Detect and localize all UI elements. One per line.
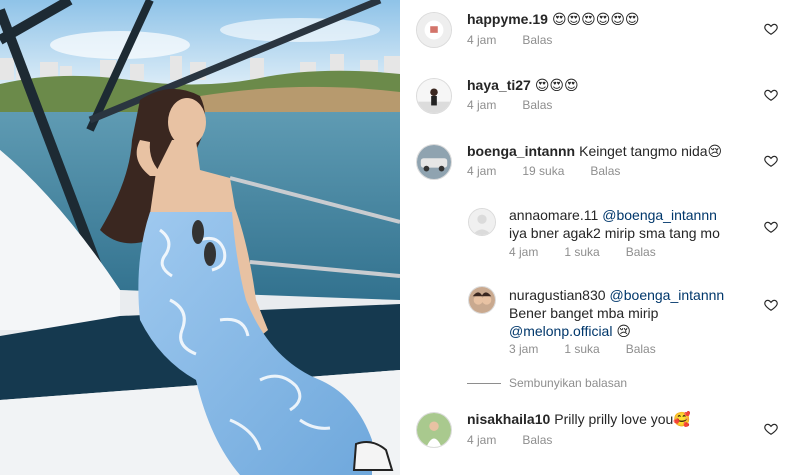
mention-link[interactable]: @boenga_intannn [610, 287, 725, 303]
like-count[interactable]: 19 suka [522, 164, 564, 178]
comment-meta: 4 jam Balas [467, 433, 578, 447]
reply-button[interactable]: Balas [626, 342, 656, 356]
reply-button[interactable]: Balas [590, 164, 620, 178]
heart-icon[interactable] [764, 88, 778, 102]
comment-text: nuragustian830 @boenga_intannn Bener bang… [509, 287, 725, 339]
comment-time[interactable]: 3 jam [509, 342, 538, 356]
comment-text: annaomare.11 @boenga_intannn iya bner aga… [509, 207, 720, 241]
comment-username[interactable]: happyme.19 [467, 11, 548, 27]
comments-panel: happyme.19 😍😍😍😍😍😍 4 jam Balas haya_ti27 😍😍😍… [400, 0, 800, 475]
heart-icon[interactable] [764, 22, 778, 36]
hide-replies-button[interactable]: Sembunyikan balasan [467, 375, 627, 391]
comment-meta: 4 jam 1 suka Balas [509, 245, 682, 259]
comment-username[interactable]: nisakhaila10 [467, 411, 550, 427]
comment-time[interactable]: 4 jam [509, 245, 538, 259]
avatar[interactable] [416, 412, 452, 448]
comment-time[interactable]: 4 jam [467, 98, 496, 112]
comment-username[interactable]: boenga_intannn [467, 143, 575, 159]
avatar[interactable] [416, 12, 452, 48]
comment-username[interactable]: annaomare.11 [509, 207, 598, 223]
reply-button[interactable]: Balas [522, 98, 552, 112]
comment-meta: 4 jam 19 suka Balas [467, 164, 646, 178]
avatar[interactable] [468, 208, 496, 236]
heart-icon[interactable] [764, 154, 778, 168]
comment-meta: 3 jam 1 suka Balas [509, 342, 682, 356]
comment-username[interactable]: nuragustian830 [509, 287, 606, 303]
avatar[interactable] [468, 286, 496, 314]
reply-button[interactable]: Balas [522, 433, 552, 447]
heart-icon[interactable] [764, 422, 778, 436]
comment-text: haya_ti27 😍😍😍 [467, 77, 579, 94]
avatar[interactable] [416, 144, 452, 180]
like-count[interactable]: 1 suka [564, 342, 599, 356]
reply-button[interactable]: Balas [522, 33, 552, 47]
comment-meta: 4 jam Balas [467, 98, 578, 112]
avatar[interactable] [416, 78, 452, 114]
heart-icon[interactable] [764, 298, 778, 312]
comment-time[interactable]: 4 jam [467, 164, 496, 178]
like-count[interactable]: 1 suka [564, 245, 599, 259]
mention-link[interactable]: @melonp.official [509, 323, 612, 339]
comment-text: nisakhaila10 Prilly prilly love you🥰 [467, 411, 691, 427]
comment-text: boenga_intannn Keinget tangmo nida😢 [467, 143, 723, 159]
comment-time[interactable]: 4 jam [467, 433, 496, 447]
comment-username[interactable]: haya_ti27 [467, 77, 531, 93]
post-photo [0, 0, 400, 475]
comment-time[interactable]: 4 jam [467, 33, 496, 47]
divider [467, 382, 501, 384]
heart-icon[interactable] [764, 220, 778, 234]
hide-replies-label: Sembunyikan balasan [509, 376, 628, 390]
comment-text: happyme.19 😍😍😍😍😍😍 [467, 11, 640, 28]
mention-link[interactable]: @boenga_intannn [602, 207, 717, 223]
comment-meta: 4 jam Balas [467, 33, 578, 47]
reply-button[interactable]: Balas [626, 245, 656, 259]
